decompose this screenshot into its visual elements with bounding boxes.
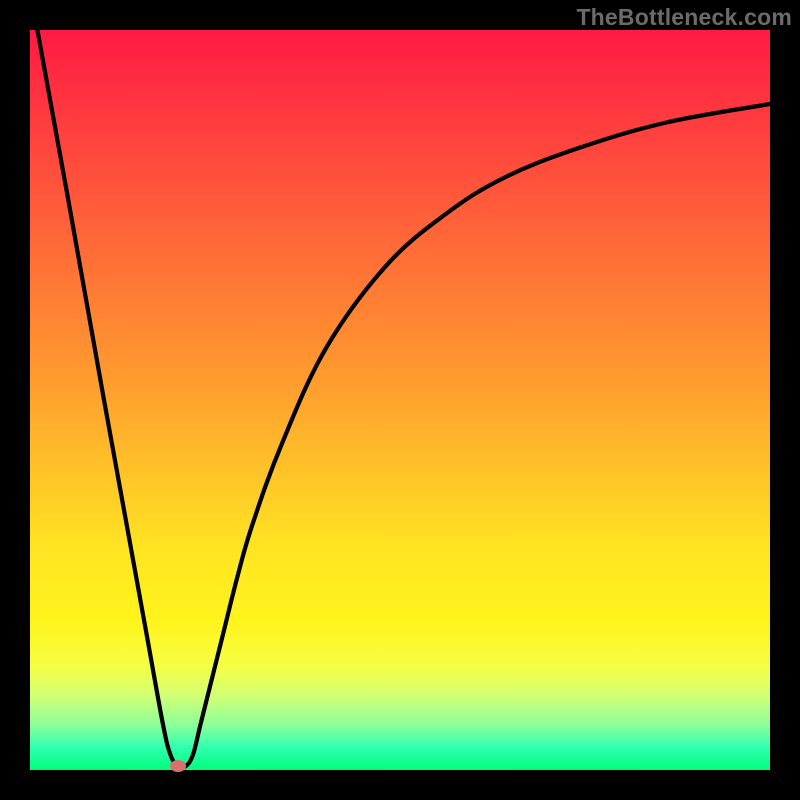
chart-frame: TheBottleneck.com [0, 0, 800, 800]
watermark-text: TheBottleneck.com [576, 4, 792, 31]
gradient-plot-area [30, 30, 770, 770]
optimal-point-marker [170, 760, 186, 772]
